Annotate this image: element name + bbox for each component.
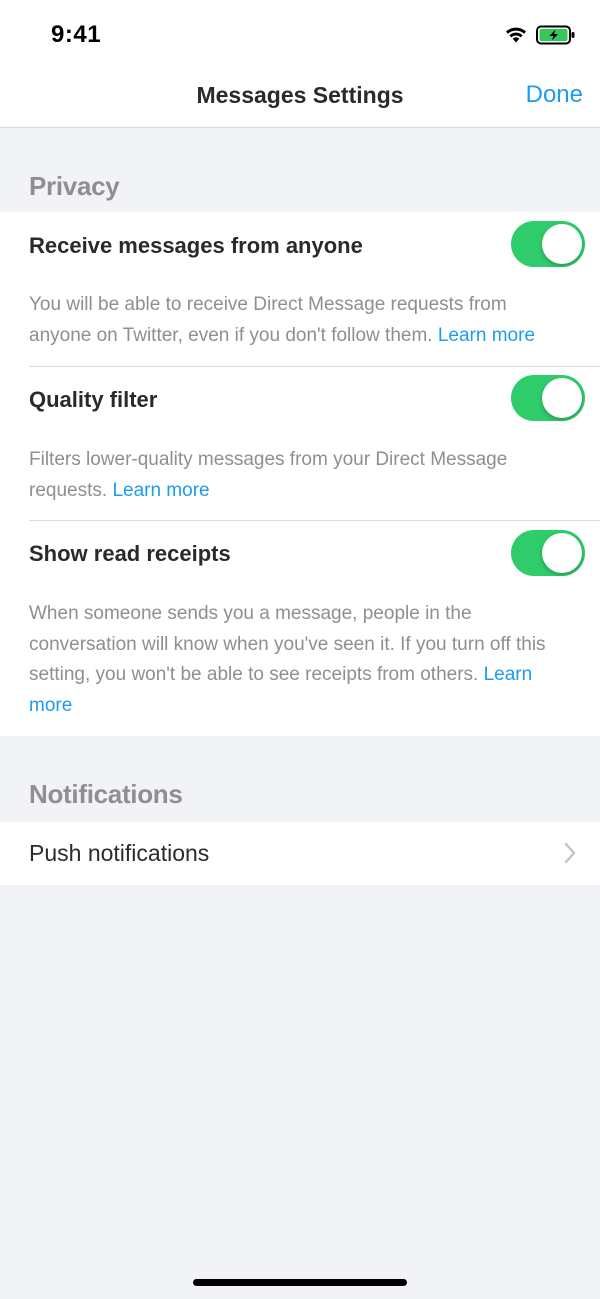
receive-messages-title: Receive messages from anyone [29, 233, 363, 258]
home-indicator[interactable] [193, 1279, 407, 1286]
wifi-icon [506, 27, 526, 43]
receive-messages-description-text: You will be able to receive Direct Messa… [29, 294, 507, 346]
toggle-knob [542, 533, 582, 573]
quality-filter-learn-more-link[interactable]: Learn more [112, 480, 209, 501]
read-receipts-title: Show read receipts [29, 541, 231, 566]
battery-icon [536, 25, 575, 45]
push-notifications-label: Push notifications [29, 840, 210, 866]
receive-messages-learn-more-link[interactable]: Learn more [438, 325, 535, 346]
receive-messages-toggle[interactable] [511, 221, 585, 267]
push-notifications-row[interactable]: Push notifications [0, 822, 600, 885]
done-button[interactable]: Done [526, 81, 583, 109]
page-title: Messages Settings [196, 82, 404, 108]
toggle-knob [542, 378, 582, 418]
navigation-bar: Messages Settings Done [0, 64, 600, 128]
quality-filter-title: Quality filter [29, 387, 158, 412]
quality-filter-description: Filters lower-quality messages from your… [29, 445, 574, 506]
messages-settings-screen: 9:41 Messages Settings Done Privacy Rece… [0, 0, 600, 1299]
read-receipts-toggle[interactable] [511, 530, 585, 576]
read-receipts-description-text: When someone sends you a message, people… [29, 603, 546, 685]
notifications-section-header: Notifications [29, 779, 183, 809]
read-receipts-description: When someone sends you a message, people… [29, 599, 574, 721]
quality-filter-description-text: Filters lower-quality messages from your… [29, 449, 508, 501]
divider [29, 366, 600, 367]
toggle-knob [542, 224, 582, 264]
status-time: 9:41 [51, 21, 102, 48]
chevron-right-icon [564, 842, 576, 864]
receive-messages-description: You will be able to receive Direct Messa… [29, 290, 574, 351]
quality-filter-toggle[interactable] [511, 375, 585, 421]
privacy-settings-group: Receive messages from anyone You will be… [0, 212, 600, 736]
status-bar: 9:41 [0, 0, 600, 64]
privacy-section-header: Privacy [29, 171, 120, 201]
divider [29, 520, 600, 521]
